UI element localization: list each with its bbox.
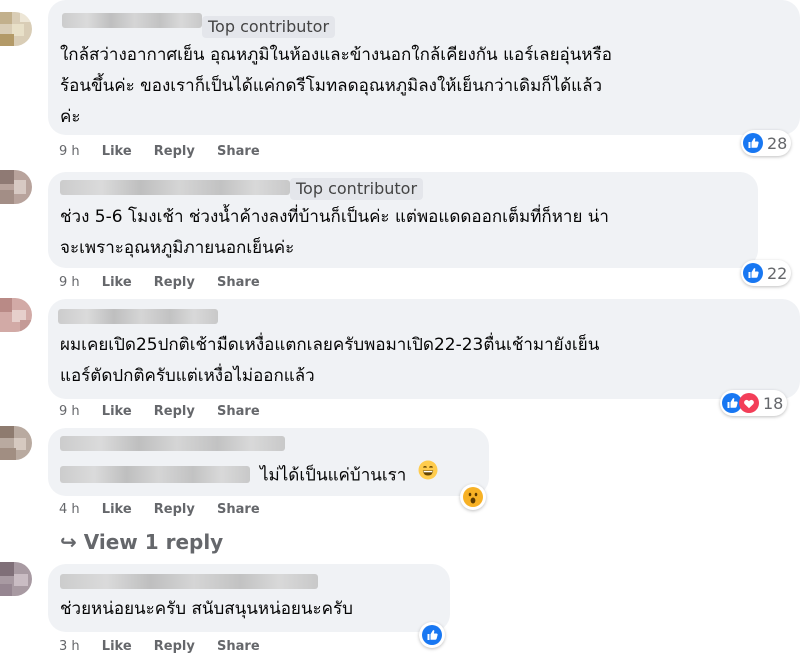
share-button[interactable]: Share [217, 502, 260, 517]
timestamp[interactable]: 9 h [59, 275, 80, 290]
share-button[interactable]: Share [217, 404, 260, 419]
comment-actions: 3 h Like Reply Share [59, 639, 278, 654]
reaction-summary[interactable] [460, 484, 486, 510]
reaction-count: 28 [767, 133, 788, 153]
author-name-redacted[interactable] [60, 436, 285, 451]
comment-actions: 9 h Like Reply Share [59, 144, 278, 159]
grinning-emoji-icon [418, 460, 438, 491]
comment-actions: 9 h Like Reply Share [59, 404, 278, 419]
author-name-redacted[interactable] [58, 309, 218, 324]
avatar[interactable] [0, 426, 32, 460]
top-contributor-badge: Top contributor [290, 178, 424, 200]
like-reaction-icon [422, 625, 442, 645]
avatar[interactable] [0, 170, 32, 204]
reply-button[interactable]: Reply [154, 275, 195, 290]
author-name-redacted[interactable] [60, 180, 290, 195]
like-button[interactable]: Like [102, 275, 132, 290]
timestamp[interactable]: 3 h [59, 639, 80, 654]
like-button[interactable]: Like [102, 404, 132, 419]
reaction-summary[interactable]: 28 [741, 130, 792, 156]
comment-actions: 9 h Like Reply Share [59, 275, 278, 290]
comment-bubble: ไม่ได้เป็นแค่บ้านเรา [48, 428, 489, 496]
share-button[interactable]: Share [217, 639, 260, 654]
top-contributor-badge: Top contributor [202, 16, 336, 38]
view-replies-link[interactable]: ↪ View 1 reply [60, 530, 223, 554]
reply-button[interactable]: Reply [154, 144, 195, 159]
comment-actions: 4 h Like Reply Share [59, 502, 278, 517]
comment-text: ใกล้สว่างอากาศเย็น อุณหภูมิในห้องและข้าง… [60, 45, 612, 127]
comment-text: ช่วง 5-6 โมงเช้า ช่วงน้ำค้างลงที่บ้านก็เ… [60, 207, 609, 258]
timestamp[interactable]: 9 h [59, 404, 80, 419]
like-reaction-icon [743, 263, 763, 283]
avatar[interactable] [0, 562, 32, 596]
comment-bubble: ผมเคยเปิด25ปกติเช้ามืดเหงื่อแตกเลยครับพอ… [48, 299, 800, 399]
love-reaction-icon [739, 393, 759, 413]
timestamp[interactable]: 4 h [59, 502, 80, 517]
comment-text: ช่วยหน่อยนะครับ สนับสนุนหน่อยนะครับ [60, 599, 353, 619]
reaction-summary[interactable]: 22 [741, 260, 792, 286]
reply-button[interactable]: Reply [154, 404, 195, 419]
author-name-redacted[interactable] [62, 13, 202, 28]
like-button[interactable]: Like [102, 639, 132, 654]
like-button[interactable]: Like [102, 502, 132, 517]
like-reaction-icon [743, 133, 763, 153]
share-button[interactable]: Share [217, 275, 260, 290]
timestamp[interactable]: 9 h [59, 144, 80, 159]
reaction-summary[interactable]: 18 [720, 390, 788, 416]
reply-button[interactable]: Reply [154, 502, 195, 517]
mentioned-name-redacted[interactable] [60, 466, 250, 483]
reply-button[interactable]: Reply [154, 639, 195, 654]
comment-text: ไม่ได้เป็นแค่บ้านเรา [260, 460, 438, 492]
reaction-count: 22 [767, 263, 788, 283]
author-name-redacted[interactable] [60, 574, 318, 589]
avatar[interactable] [0, 12, 32, 46]
like-button[interactable]: Like [102, 144, 132, 159]
avatar[interactable] [0, 298, 32, 332]
comment-text: ผมเคยเปิด25ปกติเช้ามืดเหงื่อแตกเลยครับพอ… [60, 335, 600, 386]
comment-bubble: ช่วยหน่อยนะครับ สนับสนุนหน่อยนะครับ [48, 564, 450, 632]
comment-bubble: Top contributor ใกล้สว่างอากาศเย็น อุณหภ… [48, 0, 800, 135]
wow-reaction-icon [463, 487, 483, 507]
share-button[interactable]: Share [217, 144, 260, 159]
comment-bubble: Top contributor ช่วง 5-6 โมงเช้า ช่วงน้ำ… [48, 172, 758, 268]
reaction-count: 18 [763, 393, 784, 413]
reaction-summary[interactable] [419, 622, 445, 648]
